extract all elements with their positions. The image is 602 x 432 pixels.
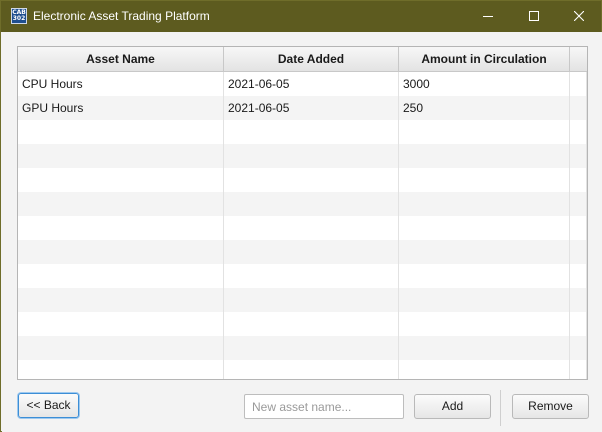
cell-amount bbox=[399, 144, 570, 168]
cell-date-added bbox=[224, 168, 399, 192]
cell-date-added bbox=[224, 120, 399, 144]
table-row[interactable] bbox=[18, 192, 587, 216]
cell-filler bbox=[570, 120, 587, 144]
cell-filler bbox=[570, 96, 587, 120]
cell-asset-name bbox=[18, 216, 224, 240]
cell-amount bbox=[399, 216, 570, 240]
asset-table[interactable]: Asset Name Date Added Amount in Circulat… bbox=[17, 46, 588, 380]
button-separator bbox=[500, 390, 501, 426]
cell-filler bbox=[570, 168, 587, 192]
cell-date-added: 2021-06-05 bbox=[224, 96, 399, 120]
cell-date-added bbox=[224, 360, 399, 379]
table-row[interactable] bbox=[18, 264, 587, 288]
app-window: CAB 302 Electronic Asset Trading Platfor… bbox=[0, 0, 602, 432]
cell-date-added bbox=[224, 240, 399, 264]
table-row[interactable] bbox=[18, 216, 587, 240]
cell-date-added bbox=[224, 192, 399, 216]
cell-asset-name: CPU Hours bbox=[18, 72, 224, 96]
cell-asset-name bbox=[18, 360, 224, 379]
cell-amount: 3000 bbox=[399, 72, 570, 96]
minimize-icon bbox=[483, 16, 493, 17]
cell-asset-name bbox=[18, 288, 224, 312]
cell-filler bbox=[570, 216, 587, 240]
cell-date-added bbox=[224, 144, 399, 168]
cell-date-added bbox=[224, 216, 399, 240]
table-row[interactable] bbox=[18, 288, 587, 312]
table-row[interactable] bbox=[18, 336, 587, 360]
minimize-button[interactable] bbox=[465, 1, 511, 32]
maximize-icon bbox=[529, 11, 539, 21]
cell-asset-name bbox=[18, 144, 224, 168]
table-row[interactable] bbox=[18, 312, 587, 336]
column-header-amount[interactable]: Amount in Circulation bbox=[399, 47, 570, 71]
table-header: Asset Name Date Added Amount in Circulat… bbox=[18, 47, 587, 72]
cell-filler bbox=[570, 336, 587, 360]
cell-amount: 250 bbox=[399, 96, 570, 120]
add-button[interactable]: Add bbox=[414, 394, 491, 419]
table-row[interactable] bbox=[18, 144, 587, 168]
app-logo-text-bottom: 302 bbox=[12, 15, 26, 22]
maximize-button[interactable] bbox=[511, 1, 557, 32]
close-button[interactable] bbox=[556, 1, 602, 32]
cell-asset-name: GPU Hours bbox=[18, 96, 224, 120]
cell-asset-name bbox=[18, 168, 224, 192]
app-logo-icon: CAB 302 bbox=[11, 8, 27, 24]
cell-asset-name bbox=[18, 312, 224, 336]
column-header-filler bbox=[570, 47, 587, 71]
table-row[interactable]: CPU Hours 2021-06-05 3000 bbox=[18, 72, 587, 96]
cell-amount bbox=[399, 168, 570, 192]
cell-asset-name bbox=[18, 240, 224, 264]
cell-filler bbox=[570, 288, 587, 312]
cell-amount bbox=[399, 192, 570, 216]
cell-date-added bbox=[224, 312, 399, 336]
table-row[interactable] bbox=[18, 360, 587, 379]
cell-filler bbox=[570, 360, 587, 379]
cell-amount bbox=[399, 312, 570, 336]
new-asset-name-input[interactable] bbox=[244, 394, 404, 419]
table-row[interactable] bbox=[18, 120, 587, 144]
cell-date-added: 2021-06-05 bbox=[224, 72, 399, 96]
cell-asset-name bbox=[18, 336, 224, 360]
column-header-asset-name[interactable]: Asset Name bbox=[18, 47, 224, 71]
cell-amount bbox=[399, 288, 570, 312]
cell-asset-name bbox=[18, 120, 224, 144]
cell-amount bbox=[399, 336, 570, 360]
content-area: Asset Name Date Added Amount in Circulat… bbox=[2, 32, 602, 432]
window-title: Electronic Asset Trading Platform bbox=[33, 9, 210, 23]
cell-filler bbox=[570, 240, 587, 264]
table-row[interactable] bbox=[18, 240, 587, 264]
cell-filler bbox=[570, 72, 587, 96]
cell-date-added bbox=[224, 288, 399, 312]
cell-asset-name bbox=[18, 264, 224, 288]
table-row[interactable] bbox=[18, 168, 587, 192]
cell-date-added bbox=[224, 336, 399, 360]
cell-filler bbox=[570, 144, 587, 168]
remove-button[interactable]: Remove bbox=[512, 394, 589, 419]
cell-date-added bbox=[224, 264, 399, 288]
cell-amount bbox=[399, 240, 570, 264]
close-icon bbox=[574, 11, 584, 21]
cell-amount bbox=[399, 360, 570, 379]
column-header-date-added[interactable]: Date Added bbox=[224, 47, 399, 71]
table-body: CPU Hours 2021-06-05 3000 GPU Hours 2021-06-… bbox=[18, 72, 587, 379]
back-button[interactable]: << Back bbox=[18, 393, 79, 418]
cell-amount bbox=[399, 264, 570, 288]
cell-filler bbox=[570, 192, 587, 216]
cell-asset-name bbox=[18, 192, 224, 216]
cell-filler bbox=[570, 264, 587, 288]
cell-amount bbox=[399, 120, 570, 144]
cell-filler bbox=[570, 312, 587, 336]
title-bar[interactable]: CAB 302 Electronic Asset Trading Platfor… bbox=[1, 1, 601, 32]
table-row[interactable]: GPU Hours 2021-06-05 250 bbox=[18, 96, 587, 120]
